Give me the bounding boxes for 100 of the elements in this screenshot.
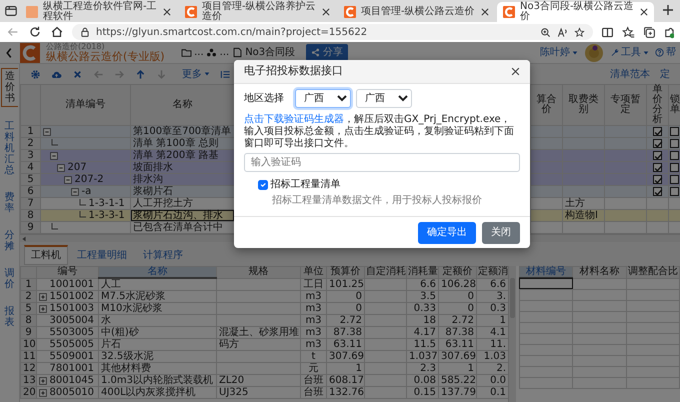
table-cell: 3.5 — [406, 290, 438, 302]
column-header: 名称 — [130, 84, 234, 126]
table-cell: 6.6 — [406, 278, 438, 290]
row-number: 7 — [27, 198, 34, 209]
row-number: 1 — [27, 126, 34, 137]
table-cell: 台班 — [300, 386, 326, 398]
table-cell: 混凝土、砂浆用堆 — [216, 326, 300, 338]
table-cell: 106.28 — [438, 278, 476, 290]
row-number: 9 — [27, 222, 34, 233]
table-cell: 307.69 — [438, 350, 476, 362]
table-cell: m3 — [300, 290, 326, 302]
row-number: 5 — [25, 303, 32, 314]
table-cell: 400L以内灰浆搅拌机 — [98, 386, 216, 398]
field-label: 地区选择 — [244, 92, 284, 106]
material-code: 5505005 — [50, 339, 94, 350]
row-number: 4 — [27, 162, 34, 173]
material-code: 5509001 — [50, 351, 94, 362]
table-cell: ZL20 — [216, 374, 300, 386]
column-header: 取费类别 — [562, 84, 604, 126]
table-cell: 132.76 — [326, 386, 364, 398]
table-cell: 2.72 — [438, 314, 476, 326]
row-number: 5 — [27, 174, 34, 185]
table-cell: 1.037 — [406, 350, 438, 362]
material-code: 1501002 — [50, 291, 94, 302]
url-text: https://glyun.smartcost.com.cn/main?project=155622 — [96, 26, 368, 40]
table-cell: 0 — [326, 302, 364, 314]
table-cell: 63.11 — [326, 338, 364, 350]
hint-text: 招标工程量清单数据文件，用于投标人投标报价 — [271, 195, 483, 206]
row-number: 6 — [27, 186, 34, 197]
table-cell: 0 — [326, 290, 364, 302]
table-cell: 307.69 — [326, 350, 364, 362]
table-cell: 1.0m3以内轮胎式装载机 — [98, 374, 216, 386]
table-cell: M10水泥砂浆 — [98, 302, 216, 314]
row-number: 20 — [23, 387, 36, 398]
row-number: 9 — [25, 327, 32, 338]
table-cell: M7.5水泥砂浆 — [98, 290, 216, 302]
row-number: 2 — [27, 138, 34, 149]
table-cell: 18 — [406, 314, 438, 326]
table-cell: 0.15 — [406, 386, 438, 398]
table-cell: 2.72 — [326, 314, 364, 326]
table-cell: 101.25 — [326, 278, 364, 290]
table-cell: 中(粗)砂 — [98, 326, 216, 338]
table-cell: 水 — [98, 314, 216, 326]
row-number: 8 — [25, 315, 32, 326]
column-header: 锁单 — [668, 84, 680, 126]
table-cell: 人工 — [98, 278, 216, 290]
material-code: 3005004 — [50, 315, 94, 326]
table-cell: m3 — [300, 302, 326, 314]
table-cell: 元 — [300, 362, 326, 374]
table-cell: 585.22 — [438, 374, 476, 386]
table-cell: 87.38 — [326, 326, 364, 338]
table-cell: m3 — [300, 338, 326, 350]
product-year: 公路造价(2018) — [46, 42, 106, 51]
row-number: 13 — [23, 375, 36, 386]
table-cell: m3 — [300, 314, 326, 326]
table-cell: 137.79 — [438, 386, 476, 398]
table-cell: 浆砌片石边沟、排水 — [130, 210, 234, 222]
item-code: -a — [82, 186, 92, 197]
table-cell: 码方 — [216, 338, 300, 350]
item-code: 1-3-1-1 — [88, 198, 125, 209]
column-header: 清单编号 — [40, 84, 130, 126]
material-code: 1501003 — [50, 303, 94, 314]
row-number: 10 — [23, 339, 36, 350]
material-code: 1001001 — [50, 278, 94, 290]
row-number: 8 — [27, 210, 34, 221]
table-cell: 片石 — [98, 338, 216, 350]
material-code: 8001045 — [50, 375, 94, 386]
table-cell: 1 — [326, 362, 364, 374]
row-number: 2 — [25, 291, 32, 302]
table-cell: 608.17 — [326, 374, 364, 386]
table-cell: 0 — [438, 290, 476, 302]
material-code: 5503005 — [50, 327, 94, 338]
column-header: 单价分析 — [646, 84, 668, 126]
material-code: 8005010 — [50, 387, 94, 398]
material-code: 7801001 — [50, 363, 94, 374]
table-cell: 2.3 — [406, 362, 438, 374]
table-cell: m3 — [300, 326, 326, 338]
product-name: 纵横公路云造价(专业版) — [46, 51, 165, 63]
table-cell: 87.38 — [438, 326, 476, 338]
table-cell: 11.5 — [406, 338, 438, 350]
table-cell: 63.11 — [438, 338, 476, 350]
row-number: 3 — [27, 150, 34, 161]
row-number: 12 — [23, 363, 36, 374]
item-code: 207 — [68, 162, 87, 173]
row-number: 1 — [25, 278, 32, 290]
table-cell: 1 — [438, 362, 476, 374]
table-cell: 4.17 — [406, 326, 438, 338]
item-code: 207-2 — [74, 174, 104, 185]
table-cell: 0.33 — [406, 302, 438, 314]
table-cell: UJ325 — [216, 386, 300, 398]
dialog-title: 电子招投标数据接口 — [244, 63, 343, 80]
column-header: 算合价 — [530, 84, 562, 126]
table-cell: 其他材料费 — [98, 362, 216, 374]
column-header: 专项暂定 — [604, 84, 646, 126]
checkbox-label: 招标工程量清单 — [270, 178, 340, 192]
item-code: 1-3-3-1 — [88, 210, 125, 221]
table-cell: 32.5级水泥 — [98, 350, 216, 362]
table-cell: 0.08 — [406, 374, 438, 386]
table-cell: 0 — [438, 302, 476, 314]
table-cell: t — [300, 350, 326, 362]
